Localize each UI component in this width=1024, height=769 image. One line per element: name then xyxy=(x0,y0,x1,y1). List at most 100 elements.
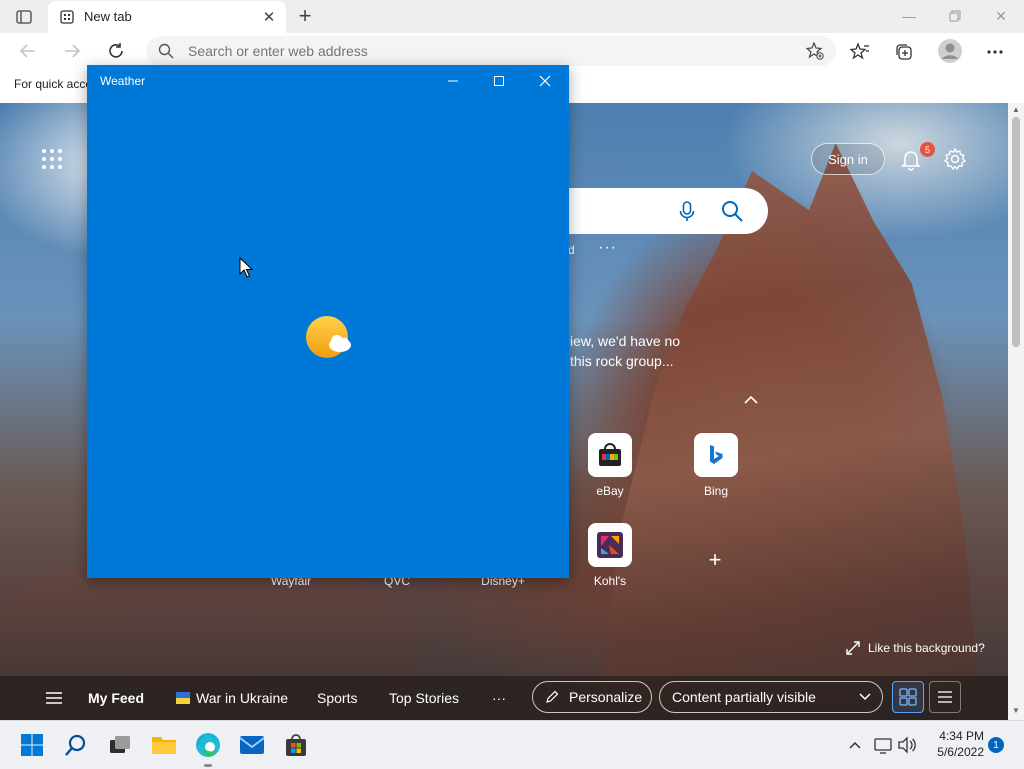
clock-time: 4:34 PM xyxy=(939,729,984,743)
search-icon xyxy=(158,43,174,59)
edge-logo-icon xyxy=(196,733,220,757)
windows-taskbar: 4:34 PM 5/6/2022 1 xyxy=(0,720,1024,769)
back-arrow-icon xyxy=(20,44,35,58)
taskbar-search-button[interactable] xyxy=(60,729,92,761)
mail-icon xyxy=(239,736,265,754)
new-tab-button[interactable]: + xyxy=(294,3,316,28)
weather-close-icon[interactable] xyxy=(525,69,565,93)
app-launcher-icon[interactable] xyxy=(40,147,64,171)
restore-icon[interactable] xyxy=(940,4,970,28)
personalize-label: Personalize xyxy=(569,689,643,705)
quick-link-label: eBay xyxy=(596,484,624,498)
list-layout-icon xyxy=(938,691,952,703)
content-visibility-value: Content partially visible xyxy=(672,689,816,705)
grid-layout-button[interactable] xyxy=(892,681,924,713)
chevron-up-icon xyxy=(849,741,861,749)
feed-tab-sports[interactable]: Sports xyxy=(317,676,357,720)
feed-more-button[interactable]: ··· xyxy=(492,676,506,720)
ebay-bag-icon xyxy=(599,443,621,466)
microsoft-store-button[interactable] xyxy=(280,729,312,761)
feed-tab-my-feed[interactable]: My Feed xyxy=(88,676,144,720)
weather-minimize-icon[interactable] xyxy=(433,69,473,93)
search-submit-icon[interactable] xyxy=(720,199,744,223)
scroll-down-arrow-icon[interactable]: ▼ xyxy=(1011,707,1021,715)
sun-cloud-icon xyxy=(306,316,351,358)
address-bar[interactable] xyxy=(146,36,836,66)
quick-link-kohls[interactable] xyxy=(588,523,632,567)
content-visibility-dropdown[interactable]: Content partially visible xyxy=(659,681,883,713)
microphone-icon[interactable] xyxy=(676,200,698,222)
settings-gear-icon[interactable] xyxy=(943,147,967,171)
hamburger-menu-icon[interactable] xyxy=(44,690,64,706)
taskbar-clock[interactable]: 4:34 PM 5/6/2022 xyxy=(924,728,984,760)
more-options-icon[interactable] xyxy=(984,41,1006,63)
quick-link-ebay[interactable] xyxy=(588,433,632,477)
like-background-link[interactable]: Like this background? xyxy=(846,641,985,655)
sign-in-button[interactable]: Sign in xyxy=(811,143,885,175)
caption-line: iew, we'd have no xyxy=(570,333,681,349)
refresh-icon xyxy=(109,43,123,58)
chevron-up-icon[interactable] xyxy=(742,391,760,409)
weather-maximize-icon[interactable] xyxy=(479,69,519,93)
network-status-icon[interactable] xyxy=(872,733,894,757)
favorites-bar-hint: For quick acce xyxy=(14,77,93,91)
scroll-up-arrow-icon[interactable]: ▲ xyxy=(1011,106,1021,114)
tab-new-tab[interactable]: New tab ✕ xyxy=(48,1,286,33)
start-button[interactable] xyxy=(16,729,48,761)
close-window-icon[interactable]: ✕ xyxy=(986,4,1016,28)
weather-app-window[interactable]: Weather xyxy=(87,65,569,578)
back-button[interactable] xyxy=(16,40,40,62)
file-explorer-button[interactable] xyxy=(148,729,180,761)
quick-link-bing[interactable] xyxy=(694,433,738,477)
page-scrollbar[interactable]: ▲ ▼ xyxy=(1008,103,1024,720)
edge-browser-button[interactable] xyxy=(192,729,224,767)
tab-actions-icon xyxy=(16,10,32,24)
personalize-button[interactable]: Personalize xyxy=(532,681,652,713)
pencil-icon xyxy=(546,690,559,703)
mouse-cursor-icon xyxy=(239,257,253,278)
clock-date: 5/6/2022 xyxy=(937,745,984,759)
browser-toolbar xyxy=(0,33,1024,69)
list-layout-button[interactable] xyxy=(929,681,961,713)
grid-layout-icon xyxy=(899,688,917,706)
add-quick-link-button[interactable]: + xyxy=(704,547,726,572)
mail-button[interactable] xyxy=(236,729,268,761)
add-favorite-icon[interactable] xyxy=(806,42,824,60)
feed-tab-war-in-ukraine[interactable]: War in Ukraine xyxy=(176,676,288,720)
tab-actions-button[interactable] xyxy=(10,7,38,27)
show-hidden-icons-button[interactable] xyxy=(844,733,866,757)
task-view-button[interactable] xyxy=(104,729,136,761)
ukraine-flag-icon xyxy=(176,692,190,704)
notification-count-badge: 5 xyxy=(920,142,935,157)
background-caption[interactable]: iew, we'd have no this rock group... xyxy=(570,331,680,371)
volume-icon[interactable] xyxy=(896,733,918,757)
folder-icon xyxy=(152,737,176,754)
address-input[interactable] xyxy=(188,36,788,66)
quick-links-more-button[interactable]: ··· xyxy=(598,239,617,257)
minimize-icon[interactable]: — xyxy=(894,4,924,28)
new-tab-favicon-icon xyxy=(60,10,74,24)
forward-button[interactable] xyxy=(60,40,84,62)
scroll-thumb[interactable] xyxy=(1012,117,1020,347)
like-background-label: Like this background? xyxy=(868,641,985,655)
feed-tab-top-stories[interactable]: Top Stories xyxy=(389,676,459,720)
tab-title: New tab xyxy=(84,9,132,24)
bing-logo-icon xyxy=(710,445,723,464)
caption-line: this rock group... xyxy=(570,353,674,369)
kohls-logo-icon xyxy=(597,532,623,558)
search-icon xyxy=(65,734,86,756)
refresh-button[interactable] xyxy=(104,40,128,62)
active-app-indicator xyxy=(204,764,212,767)
quick-link-label: Kohl's xyxy=(593,574,627,588)
favorites-icon[interactable] xyxy=(849,41,871,63)
store-bag-icon xyxy=(286,734,306,756)
forward-arrow-icon xyxy=(65,44,80,58)
expand-icon xyxy=(846,641,860,655)
quick-links-label: d xyxy=(568,243,575,257)
weather-window-title: Weather xyxy=(100,74,146,88)
collections-icon[interactable] xyxy=(893,41,915,63)
notification-center-badge[interactable]: 1 xyxy=(988,737,1004,753)
tab-close-icon[interactable]: ✕ xyxy=(260,8,278,26)
profile-avatar[interactable] xyxy=(938,39,962,63)
tab-strip: New tab ✕ + — ✕ xyxy=(0,0,1024,33)
